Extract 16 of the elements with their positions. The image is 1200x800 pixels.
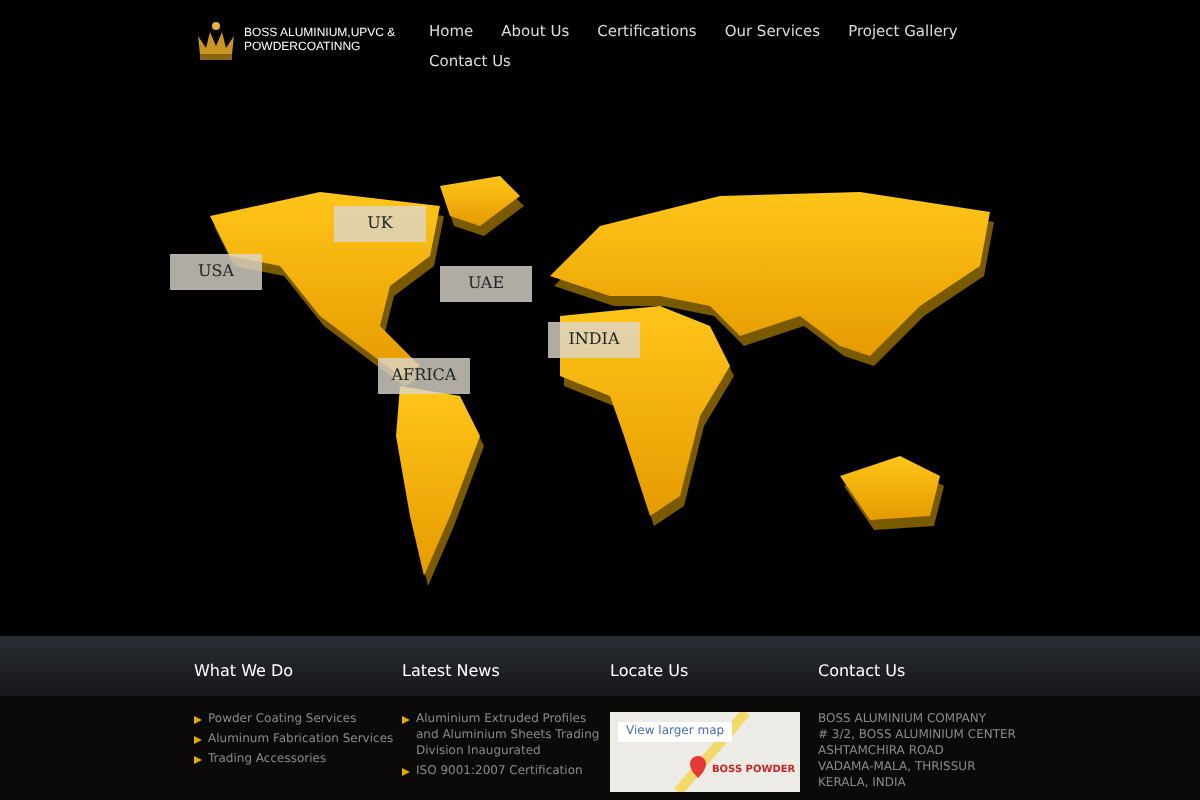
section-heading: Locate Us (610, 662, 689, 680)
section-heading: What We Do (194, 662, 294, 680)
bullet-icon (194, 756, 202, 764)
bullet-icon (402, 768, 410, 776)
bullet-icon (194, 716, 202, 724)
bullet-icon (402, 716, 410, 724)
map-label: UK (334, 206, 426, 242)
map-label: AFRICA (378, 358, 470, 394)
map-pin-icon (690, 756, 706, 778)
section-heading: Latest News (402, 662, 500, 680)
section-heading: Contact Us (818, 662, 906, 680)
bullet-icon (194, 736, 202, 744)
map-label: INDIA (548, 322, 640, 358)
map-label: UAE (440, 266, 532, 302)
crown-logo-icon (194, 20, 238, 64)
map-label: USA (170, 254, 262, 290)
